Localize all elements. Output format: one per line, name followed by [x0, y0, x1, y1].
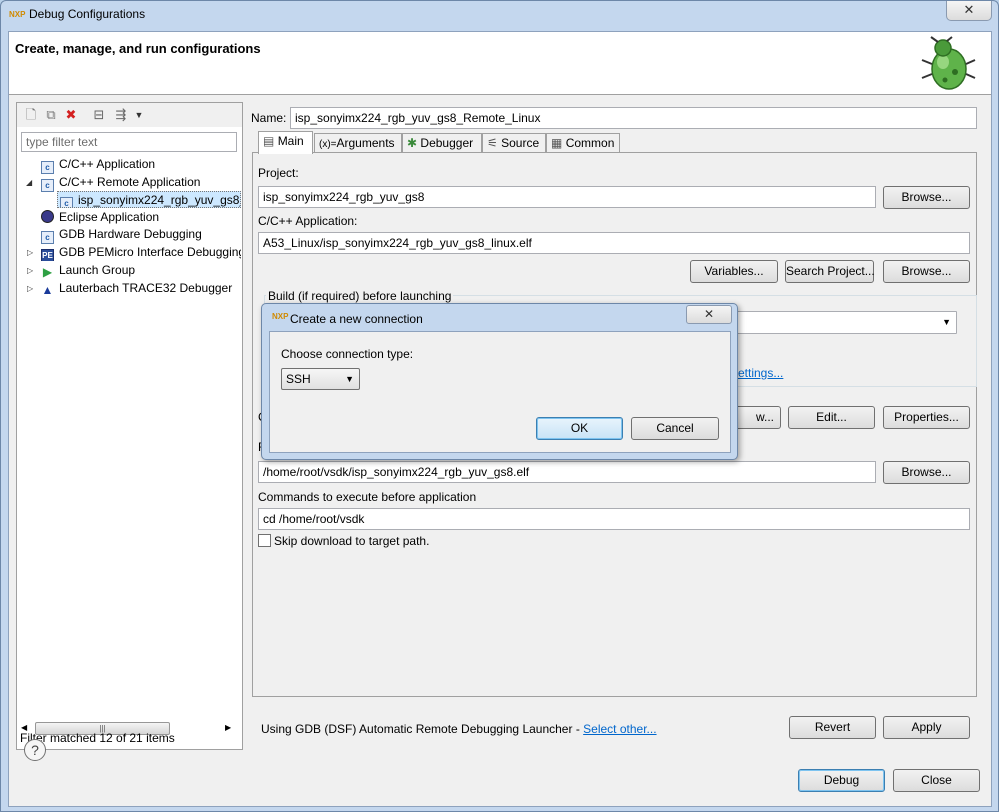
collapsed-arrow-icon[interactable]: ▷	[27, 266, 33, 275]
application-browse-button[interactable]: Browse...	[883, 260, 970, 283]
properties-button[interactable]: Properties...	[883, 406, 970, 429]
title-bar: NXP Debug Configurations ✕	[1, 1, 998, 31]
bug-icon	[921, 36, 976, 90]
close-icon: ✕	[703, 307, 715, 321]
connection-type-select[interactable]: SSH ▼	[281, 368, 360, 390]
common-icon: ▦	[551, 136, 563, 150]
launch-group-icon: ▶	[42, 265, 53, 279]
tree-item-gdb-hardware[interactable]: c GDB Hardware Debugging	[41, 226, 202, 244]
duplicate-icon[interactable]: ⧉	[43, 107, 59, 123]
name-label: Name:	[251, 111, 287, 125]
c-app-icon: c	[60, 197, 73, 207]
tree-item-gdb-pemicro[interactable]: PE GDB PEMicro Interface Debugging	[41, 244, 241, 261]
application-label: C/C++ Application:	[258, 214, 358, 228]
build-configuration-select[interactable]: ▼	[729, 311, 957, 334]
project-field[interactable]: isp_sonyimx224_rgb_yuv_gs8	[258, 186, 876, 208]
build-group-label: Build (if required) before launching	[266, 289, 454, 303]
tab-debugger[interactable]: ✱ Debugger	[402, 133, 482, 153]
close-button[interactable]: Close	[893, 769, 980, 792]
remote-path-browse-button[interactable]: Browse...	[883, 461, 970, 484]
expanded-arrow-icon[interactable]: ◢	[26, 178, 32, 187]
dialog-body: Choose connection type: SSH ▼ OK Cancel	[269, 331, 731, 453]
project-browse-button[interactable]: Browse...	[883, 186, 970, 209]
chevron-down-icon: ▼	[345, 374, 354, 384]
trace32-icon: ▲	[41, 283, 54, 297]
cancel-button[interactable]: Cancel	[631, 417, 719, 440]
connection-type-label: Choose connection type:	[281, 347, 414, 361]
filter-input[interactable]: type filter text	[21, 132, 237, 152]
help-icon[interactable]: ?	[24, 739, 46, 761]
workspace-settings-link[interactable]: ettings...	[738, 366, 783, 380]
create-connection-dialog: NXP Create a new connection ✕ Choose con…	[261, 303, 738, 460]
tree-item-remote-application[interactable]: c C/C++ Remote Application	[41, 174, 200, 192]
debugger-icon: ✱	[407, 136, 418, 150]
select-other-link[interactable]: Select other...	[583, 722, 656, 736]
name-field[interactable]: isp_sonyimx224_rgb_yuv_gs8_Remote_Linux	[290, 107, 977, 129]
c-app-icon: c	[41, 161, 54, 174]
tree-item-lauterbach[interactable]: ▲ Lauterbach TRACE32 Debugger	[41, 280, 233, 297]
window-close-button[interactable]: ✕	[946, 1, 992, 21]
tree-item-selected-config[interactable]: c isp_sonyimx224_rgb_yuv_gs8_R	[57, 191, 241, 208]
c-app-icon: c	[41, 179, 54, 192]
apply-button[interactable]: Apply	[883, 716, 970, 739]
variables-button[interactable]: Variables...	[690, 260, 778, 283]
configuration-tree-panel: 🗋 ⧉ ✖ ⊟ ⇶ ▼ type filter text c C/C++ Appl…	[16, 102, 243, 750]
project-label: Project:	[258, 166, 299, 180]
launcher-info: Using GDB (DSF) Automatic Remote Debuggi…	[261, 722, 657, 736]
main-icon: ▤	[263, 134, 275, 148]
window-title: Debug Configurations	[29, 7, 146, 21]
eclipse-icon	[41, 210, 54, 223]
source-icon: ⚟	[487, 136, 498, 150]
commands-label: Commands to execute before application	[258, 490, 477, 504]
banner-title: Create, manage, and run configurations	[15, 41, 261, 56]
tree-item-eclipse-application[interactable]: Eclipse Application	[41, 209, 159, 226]
tab-source[interactable]: ⚟ Source	[482, 133, 546, 153]
chevron-down-icon: ▼	[942, 317, 951, 327]
tab-arguments[interactable]: (x)=Arguments	[314, 133, 402, 153]
pemicro-icon: PE	[41, 249, 54, 261]
collapsed-arrow-icon[interactable]: ▷	[27, 284, 33, 293]
tree-item-launch-group[interactable]: ▶ Launch Group	[41, 262, 135, 279]
close-icon: ✕	[963, 2, 975, 17]
nxp-app-icon: NXP	[9, 10, 26, 19]
tree-item-c-application[interactable]: c C/C++ Application	[41, 156, 155, 174]
arguments-icon: (x)=	[319, 139, 337, 150]
collapsed-arrow-icon[interactable]: ▷	[27, 248, 33, 257]
search-project-button[interactable]: Search Project...	[785, 260, 875, 283]
dialog-title: Create a new connection	[290, 312, 423, 326]
commands-field[interactable]: cd /home/root/vsdk	[258, 508, 970, 530]
revert-button[interactable]: Revert	[789, 716, 876, 739]
ok-button[interactable]: OK	[536, 417, 623, 440]
dialog-close-button[interactable]: ✕	[686, 305, 732, 324]
debug-button[interactable]: Debug	[798, 769, 885, 792]
tree-toolbar: 🗋 ⧉ ✖ ⊟ ⇶ ▼	[17, 103, 242, 127]
skip-download-option[interactable]: Skip download to target path.	[258, 534, 429, 548]
filter-dropdown-icon[interactable]: ▼	[131, 107, 147, 123]
edit-connection-button[interactable]: Edit...	[788, 406, 875, 429]
scroll-right-icon[interactable]: ▶	[225, 723, 231, 732]
remote-path-field[interactable]: /home/root/vsdk/isp_sonyimx224_rgb_yuv_g…	[258, 461, 876, 483]
c-app-icon: c	[41, 231, 54, 244]
new-configuration-icon[interactable]: 🗋	[23, 107, 39, 123]
nxp-app-icon: NXP	[272, 312, 289, 321]
skip-download-checkbox[interactable]	[258, 534, 271, 547]
delete-icon[interactable]: ✖	[63, 107, 79, 123]
filter-icon[interactable]: ⇶	[113, 107, 129, 123]
header-banner: Create, manage, and run configurations	[9, 32, 991, 95]
collapse-all-icon[interactable]: ⊟	[91, 107, 107, 123]
application-field[interactable]: A53_Linux/isp_sonyimx224_rgb_yuv_gs8_lin…	[258, 232, 970, 254]
tab-common[interactable]: ▦ Common	[546, 133, 620, 153]
tab-main[interactable]: ▤ Main	[258, 131, 313, 154]
